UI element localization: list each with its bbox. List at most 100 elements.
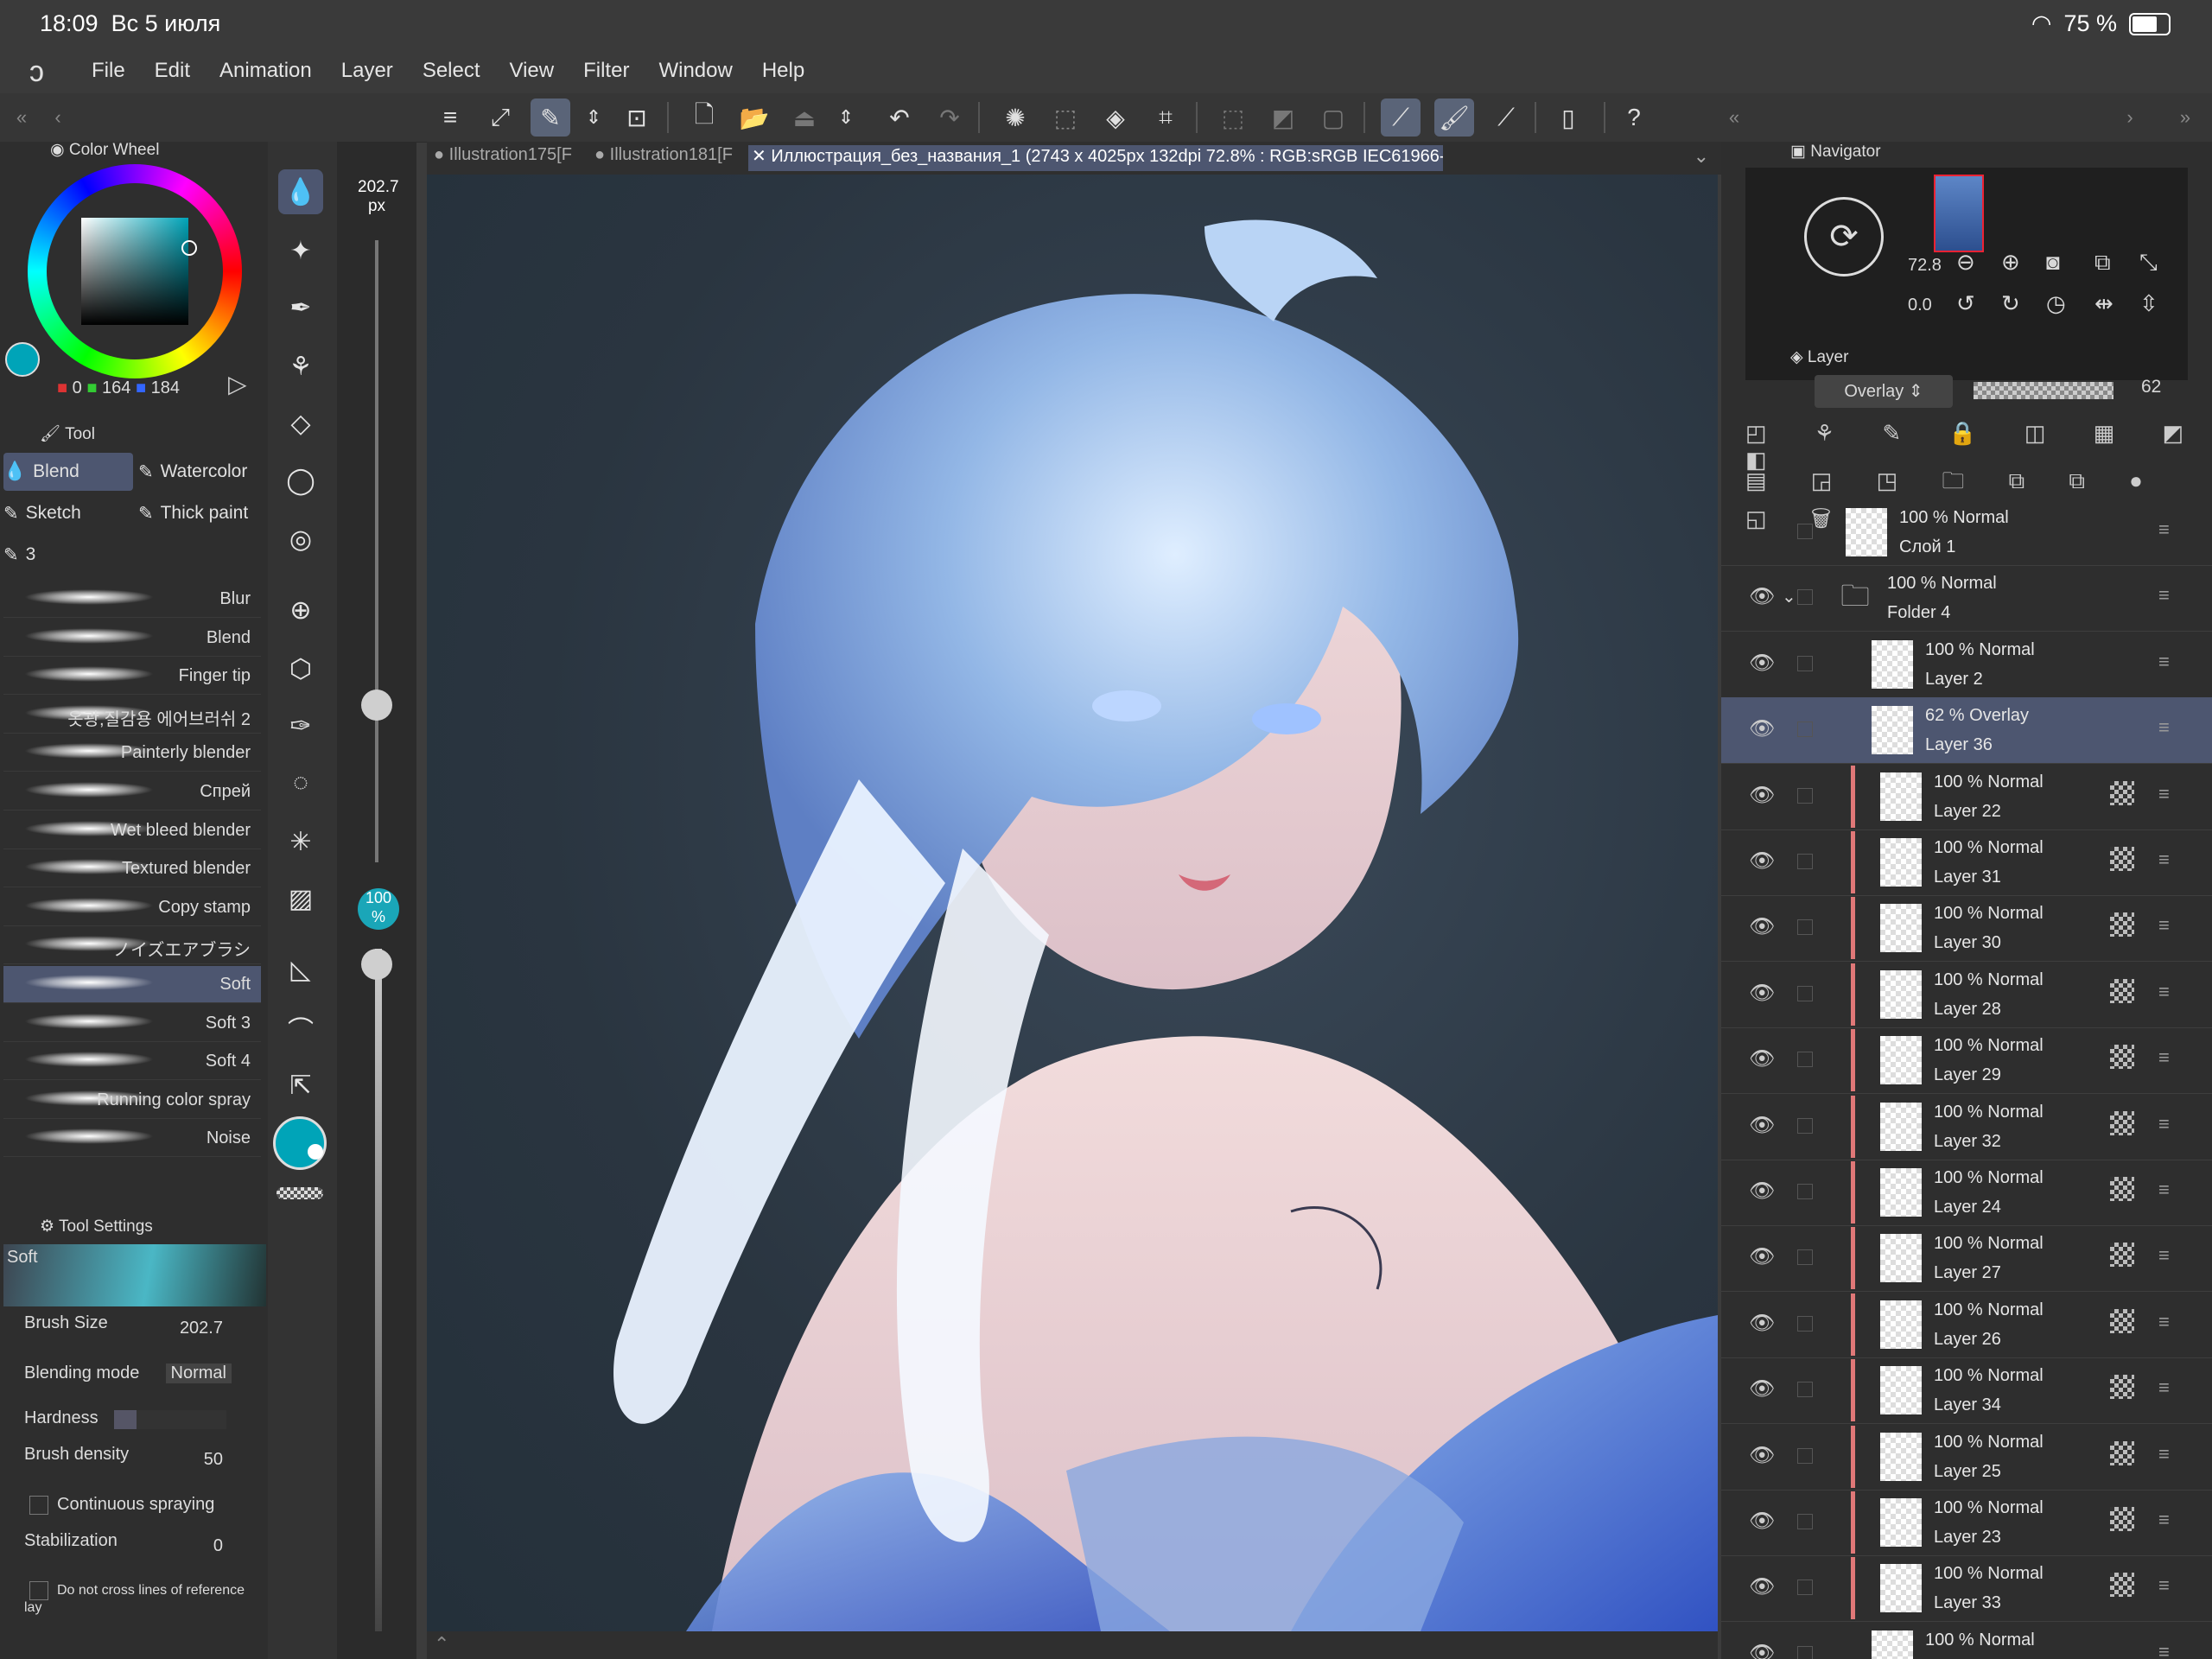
brush-density-setting[interactable]: Brush density 50 (24, 1445, 249, 1469)
subtool-sketch[interactable]: ✎ Sketch (3, 494, 133, 532)
layer-row[interactable]: 👁 100 % Normal Layer 28 ≡ (1721, 962, 2212, 1028)
zoom-out-icon[interactable]: ⊖ (1956, 249, 1975, 276)
layer-check[interactable] (1797, 854, 1813, 869)
brush-item[interactable]: Wet bleed blender (3, 812, 261, 849)
layer-menu-icon[interactable]: ≡ (2158, 981, 2170, 1003)
layer-menu-icon[interactable]: ≡ (2158, 584, 2170, 607)
layer-menu-icon[interactable]: ≡ (2158, 1311, 2170, 1333)
saturation-square[interactable] (81, 218, 188, 325)
layer-row[interactable]: 👁 100 % Normal Layer 25 ≡ (1721, 1424, 2212, 1491)
close-tab-icon[interactable]: ✕ (752, 147, 766, 166)
navigator-thumbnail[interactable] (1934, 175, 1984, 252)
menu-icon[interactable]: ≡ (430, 99, 470, 137)
gradient-tool-icon[interactable]: ▨ (278, 876, 323, 921)
layer-check[interactable] (1797, 1117, 1813, 1134)
size-slider-track[interactable] (375, 240, 378, 862)
eye-icon[interactable]: 👁 (1749, 1113, 1775, 1138)
flip-horizontal-icon[interactable]: ⇹ (2094, 290, 2113, 317)
sparkle-tool-icon[interactable]: ✦ (278, 228, 323, 273)
layer-check[interactable] (1797, 1645, 1813, 1659)
selection-tool-icon[interactable]: ◎ (278, 517, 323, 562)
brush-item[interactable]: Copy stamp (3, 889, 261, 926)
layer-menu-icon[interactable]: ≡ (2158, 1046, 2170, 1069)
background-color[interactable] (308, 1144, 323, 1160)
help-icon[interactable]: ? (1614, 99, 1654, 137)
brush-item[interactable]: Finger tip (3, 658, 261, 696)
show-selection-icon[interactable]: ▢ (1313, 99, 1353, 137)
brush-item[interactable]: Painterly blender (3, 734, 261, 772)
pen-ruler-icon[interactable]: ⟋ (1486, 99, 1526, 137)
foreground-color[interactable] (273, 1116, 327, 1170)
layer-menu-icon[interactable]: ≡ (2158, 849, 2170, 871)
blend-mode-select[interactable]: Overlay ⇕ (1815, 375, 1953, 408)
main-color-swatch[interactable] (5, 342, 40, 377)
menu-layer[interactable]: Layer (341, 59, 393, 83)
eye-icon[interactable]: 👁 (1749, 1311, 1775, 1336)
eye-icon[interactable]: 👁 (1749, 584, 1775, 609)
layer-folder-row[interactable]: 👁 ⌄ 🗀 100 % Normal Folder 4 ≡ (1721, 565, 2212, 632)
expand-right-icon[interactable]: » (2165, 99, 2205, 137)
tab-illustration181[interactable]: ● Illustration181[F (594, 145, 740, 171)
layer-menu-icon[interactable]: ≡ (2158, 1509, 2170, 1531)
brush-item[interactable]: Running color spray (3, 1082, 261, 1119)
layer-check[interactable] (1797, 655, 1813, 671)
layer-menu-icon[interactable]: ≡ (2158, 518, 2170, 541)
layer-opacity-slider[interactable] (1974, 382, 2113, 399)
rotate-right-icon[interactable]: ↻ (2001, 290, 2020, 317)
layer-check[interactable] (1797, 524, 1813, 539)
brush-item[interactable]: Blur (3, 581, 261, 618)
loading-icon[interactable]: ✺ (995, 99, 1035, 137)
menu-filter[interactable]: Filter (583, 59, 629, 83)
new-file-icon[interactable]: 🗋 (684, 99, 724, 137)
ruler-snap-icon[interactable]: ⟋ (1381, 99, 1421, 137)
layer-menu-icon[interactable]: ≡ (2158, 716, 2170, 739)
expand-up-icon[interactable]: ⌃ (434, 1633, 449, 1656)
layer-check[interactable] (1797, 1382, 1813, 1398)
fill-icon[interactable]: ◈ (1096, 99, 1135, 137)
layer-row[interactable]: 👁 100 % Normal Layer 31 ≡ (1721, 830, 2212, 896)
eye-icon[interactable]: 👁 (1749, 1574, 1775, 1599)
transform-icon[interactable]: ⌗ (1146, 99, 1185, 137)
layer-menu-icon[interactable]: ≡ (2158, 1574, 2170, 1597)
eye-icon[interactable]: 👁 (1749, 849, 1775, 874)
operation-tool-icon[interactable]: ⊕ (278, 588, 323, 632)
eye-icon[interactable]: 👁 (1749, 1376, 1775, 1402)
blending-mode-setting[interactable]: Blending mode Normal (24, 1363, 249, 1383)
layer-row[interactable]: 👁 100 % Normal ≡ (1721, 1622, 2212, 1659)
blend-tool-icon[interactable]: 💧 (278, 169, 323, 214)
eye-icon[interactable]: 👁 (1749, 1443, 1775, 1468)
menu-animation[interactable]: Animation (219, 59, 312, 83)
layer-row[interactable]: 👁 100 % Normal Layer 30 ≡ (1721, 895, 2212, 963)
layer-row[interactable]: 👁 100 % Normal Layer 26 ≡ (1721, 1292, 2212, 1358)
eye-icon[interactable]: 👁 (1749, 981, 1775, 1006)
fit-window-icon[interactable]: ⤡ (2139, 249, 2158, 276)
tab-dropdown-icon[interactable]: ⌄ (1694, 145, 1709, 168)
brush-item[interactable]: Textured blender (3, 850, 261, 888)
layer-check[interactable] (1797, 1052, 1813, 1068)
tab-active-document[interactable]: ✕ Иллюстрация_без_названия_1 (2743 x 402… (748, 145, 1443, 171)
collapse-left-icon[interactable]: « (2, 99, 41, 137)
eye-icon[interactable]: 👁 (1749, 1244, 1775, 1269)
eye-icon[interactable]: 👁 (1749, 783, 1775, 808)
chevron-left-icon[interactable]: ‹ (38, 99, 78, 137)
folder-expand-icon[interactable]: ⌄ (1782, 586, 1796, 607)
layer-menu-icon[interactable]: ≡ (2158, 651, 2170, 673)
do-not-cross-checkbox[interactable] (29, 1581, 48, 1600)
tab-illustration175[interactable]: ● Illustration175[F (434, 145, 581, 171)
rotate-left-icon[interactable]: ↺ (1956, 290, 1975, 317)
eye-icon[interactable]: 👁 (1749, 651, 1775, 676)
brush-item[interactable]: Soft 4 (3, 1043, 261, 1081)
decoration-tool-icon[interactable]: ⚘ (278, 344, 323, 389)
menu-window[interactable]: Window (658, 59, 732, 83)
layer-check[interactable] (1797, 787, 1813, 804)
invert-selection-icon[interactable]: ◩ (1263, 99, 1303, 137)
star-tool-icon[interactable]: ✳ (278, 819, 323, 864)
pen-tool-icon[interactable]: ✒ (278, 285, 323, 330)
app-logo-icon[interactable]: ↄ (29, 55, 44, 89)
updown2-icon[interactable]: ⇕ (826, 99, 866, 137)
menu-edit[interactable]: Edit (155, 59, 190, 83)
eraser-tool-icon[interactable]: ◇ (278, 401, 323, 446)
actual-size-icon[interactable]: ◙ (2046, 249, 2060, 276)
eye-icon[interactable]: 👁 (1749, 1509, 1775, 1534)
layer-row[interactable]: 👁 100 % Normal Layer 24 ≡ (1721, 1160, 2212, 1226)
